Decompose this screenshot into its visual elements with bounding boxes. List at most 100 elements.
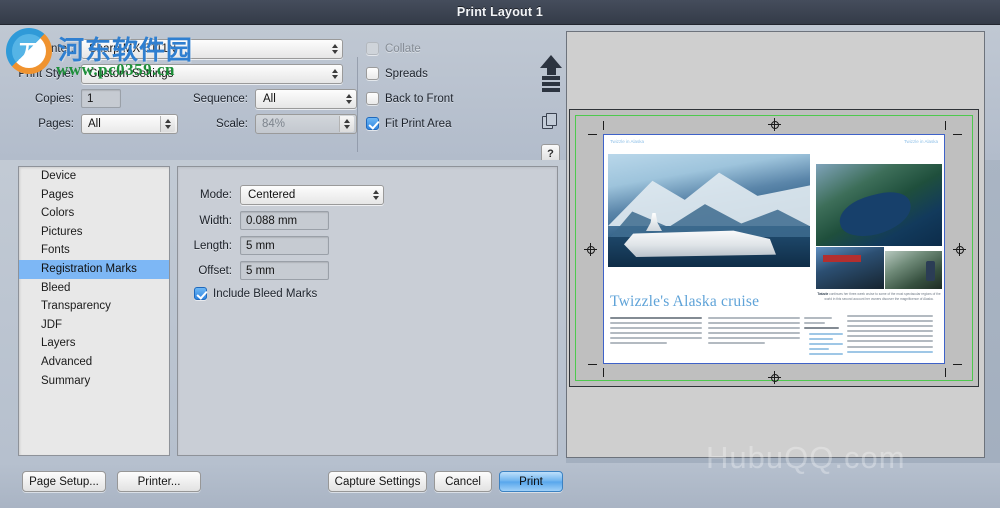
- mode-value: Centered: [248, 189, 296, 201]
- print-preview-pane[interactable]: Twizzle in Alaska Twizzle in Alaska Twiz…: [566, 31, 985, 458]
- pages-stepper[interactable]: All: [81, 114, 178, 134]
- sidebar-item-transparency[interactable]: Transparency: [19, 297, 169, 316]
- stepper-icon[interactable]: [160, 116, 175, 132]
- chevron-updown-icon: [372, 188, 379, 202]
- sequence-label: Sequence:: [193, 93, 248, 105]
- length-input[interactable]: 5 mm: [240, 236, 329, 255]
- sidebar-item-layers[interactable]: Layers: [19, 334, 169, 353]
- photo-shoreline: [885, 251, 942, 289]
- sidebar-item-pictures[interactable]: Pictures: [19, 223, 169, 242]
- photo-yacht-glacier: [608, 154, 810, 267]
- scale-stepper[interactable]: 84%: [255, 114, 357, 134]
- checkbox-icon[interactable]: [366, 92, 379, 105]
- body-column-4: [847, 315, 933, 356]
- printer-button[interactable]: Printer...: [117, 471, 201, 492]
- collate-label: Collate: [385, 42, 421, 55]
- settings-pane: Device Pages Colors Pictures Fonts Regis…: [0, 160, 566, 463]
- registration-mark: [768, 371, 781, 384]
- sidebar-item-device[interactable]: Device: [19, 167, 169, 186]
- sidebar-item-jdf[interactable]: JDF: [19, 316, 169, 335]
- page-headline: Twizzle's Alaska cruise: [610, 293, 760, 310]
- crop-mark: [588, 134, 597, 135]
- width-input[interactable]: 0.088 mm: [240, 211, 329, 230]
- crop-mark: [945, 368, 946, 377]
- sidebar-captions: [809, 315, 843, 358]
- scale-value: 84%: [262, 118, 286, 130]
- spreads-checkbox-row[interactable]: Spreads: [366, 67, 428, 80]
- copies-pages-icon[interactable]: [542, 113, 559, 130]
- dialog-button-bar: Page Setup... Printer... Capture Setting…: [0, 463, 1000, 508]
- crop-mark: [603, 121, 604, 130]
- sidebar-item-colors[interactable]: Colors: [19, 204, 169, 223]
- pages-row: Pages: All: [12, 114, 178, 134]
- stepper-icon[interactable]: [339, 116, 354, 132]
- pages-label: Pages:: [38, 118, 74, 130]
- fit-print-area-checkbox-row[interactable]: Fit Print Area: [366, 117, 451, 130]
- window-title: Print Layout 1: [456, 5, 544, 19]
- sequence-row: Sequence: All: [185, 89, 357, 109]
- checkbox-checked-icon[interactable]: [366, 117, 379, 130]
- page-running-head: Twizzle in Alaska Twizzle in Alaska: [604, 139, 944, 150]
- spreads-label: Spreads: [385, 67, 428, 80]
- page-setup-button[interactable]: Page Setup...: [22, 471, 106, 492]
- sidebar-item-summary[interactable]: Summary: [19, 372, 169, 391]
- offset-input[interactable]: 5 mm: [240, 261, 329, 280]
- crop-mark: [603, 368, 604, 377]
- crop-mark: [588, 364, 597, 365]
- toolbar-divider: [357, 57, 358, 152]
- print-button[interactable]: Print: [499, 471, 563, 492]
- settings-category-list[interactable]: Device Pages Colors Pictures Fonts Regis…: [18, 166, 170, 456]
- paper-feed-arrow-icon[interactable]: [540, 55, 562, 99]
- sidebar-item-registration-marks[interactable]: Registration Marks: [19, 259, 169, 279]
- width-value: 0.088 mm: [246, 214, 298, 227]
- watermark-logo-icon: 刀: [6, 28, 52, 74]
- photo-harbor: [816, 247, 884, 289]
- sidebar-item-advanced[interactable]: Advanced: [19, 353, 169, 372]
- sequence-select[interactable]: All: [255, 89, 357, 109]
- length-row: Length: 5 mm: [190, 236, 329, 255]
- crop-mark: [953, 364, 962, 365]
- back-to-front-checkbox-row[interactable]: Back to Front: [366, 92, 453, 105]
- length-label: Length:: [193, 239, 232, 252]
- sidebar-item-fonts[interactable]: Fonts: [19, 241, 169, 260]
- body-column-2: [708, 317, 800, 348]
- capture-settings-button[interactable]: Capture Settings: [328, 471, 427, 492]
- print-layout-window: Print Layout 1 Printer: Sharp MX-5111N P…: [0, 0, 1000, 508]
- fit-print-area-label: Fit Print Area: [385, 117, 452, 130]
- mode-label: Mode:: [200, 189, 232, 201]
- copies-row: Copies: 1: [12, 89, 121, 108]
- watermark-site-url: www.pc0359.cn: [56, 60, 175, 79]
- offset-row: Offset: 5 mm: [190, 261, 329, 280]
- mode-row: Mode: Centered: [190, 185, 384, 205]
- scale-row: Scale: 84%: [185, 114, 357, 134]
- crop-mark: [953, 134, 962, 135]
- sidebar-item-pages[interactable]: Pages: [19, 186, 169, 205]
- pages-value: All: [88, 118, 101, 130]
- page-header-left: Twizzle in Alaska: [610, 139, 645, 144]
- checkbox-icon[interactable]: [366, 67, 379, 80]
- offset-label: Offset:: [198, 264, 232, 277]
- checkbox-icon[interactable]: [366, 42, 379, 55]
- registration-marks-panel: Mode: Centered Width: 0.088 mm Length: 5…: [177, 166, 558, 456]
- cancel-button[interactable]: Cancel: [434, 471, 492, 492]
- sidebar-item-bleed[interactable]: Bleed: [19, 279, 169, 298]
- registration-mark: [953, 243, 966, 256]
- copies-value: 1: [87, 92, 94, 105]
- page-header-right: Twizzle in Alaska: [903, 139, 938, 144]
- width-row: Width: 0.088 mm: [190, 211, 329, 230]
- page-lead-paragraph: Twizzle continues her three-week cruise …: [816, 292, 942, 303]
- scale-label: Scale:: [216, 118, 248, 130]
- copies-label: Copies:: [35, 92, 74, 105]
- chevron-updown-icon: [345, 92, 352, 106]
- checkbox-checked-icon[interactable]: [194, 287, 207, 300]
- body-column-1: [610, 317, 702, 348]
- lead-rest: continues her three-week cruise to some …: [824, 292, 941, 302]
- mode-select[interactable]: Centered: [240, 185, 384, 205]
- photo-fjord-aerial: [816, 164, 942, 246]
- include-bleed-marks-row[interactable]: Include Bleed Marks: [194, 287, 317, 300]
- include-bleed-marks-label: Include Bleed Marks: [213, 287, 318, 300]
- lead-strong: Twizzle: [817, 292, 829, 296]
- copies-input[interactable]: 1: [81, 89, 121, 108]
- collate-checkbox-row[interactable]: Collate: [366, 42, 421, 55]
- length-value: 5 mm: [246, 239, 275, 252]
